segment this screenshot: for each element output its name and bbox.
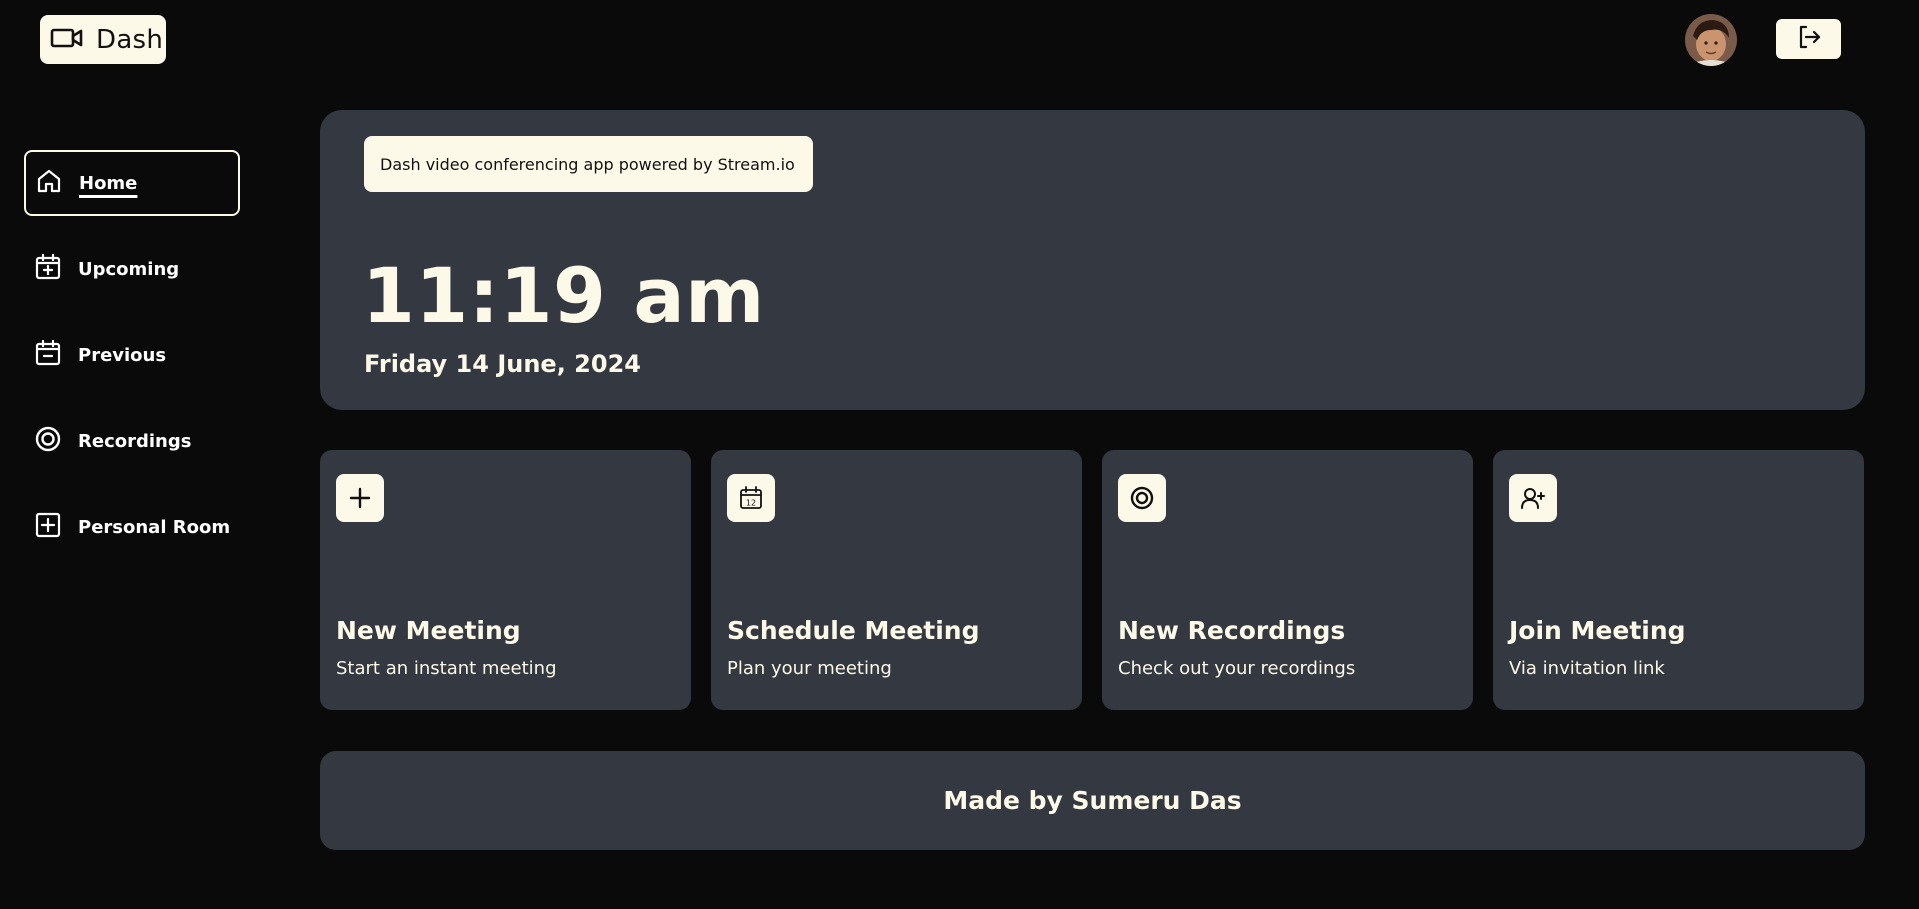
calendar-plus-icon <box>34 253 62 286</box>
card-subtitle: Plan your meeting <box>727 658 892 679</box>
sidebar-item-label: Upcoming <box>78 258 180 280</box>
sidebar-item-label: Previous <box>78 344 167 366</box>
avatar[interactable] <box>1685 14 1737 66</box>
brand-logo[interactable]: Dash <box>40 15 166 64</box>
calendar-icon: 12 <box>727 474 775 522</box>
sidebar-item-personal-room[interactable]: Personal Room <box>24 494 240 560</box>
new-recordings-card[interactable]: New Recordings Check out your recordings <box>1102 450 1473 710</box>
sidebar-item-label: Personal Room <box>78 516 231 538</box>
card-subtitle: Via invitation link <box>1509 658 1665 679</box>
logout-icon <box>1794 22 1824 56</box>
card-title: New Meeting <box>336 616 521 645</box>
sidebar-item-label: Home <box>79 172 138 194</box>
plus-icon <box>336 474 384 522</box>
sidebar-item-recordings[interactable]: Recordings <box>24 408 240 474</box>
current-time: 11:19 am <box>362 251 765 340</box>
sidebar-item-label: Recordings <box>78 430 192 452</box>
card-title: Schedule Meeting <box>727 616 980 645</box>
new-meeting-card[interactable]: New Meeting Start an instant meeting <box>320 450 691 710</box>
card-subtitle: Start an instant meeting <box>336 658 557 679</box>
hero-panel: Dash video conferencing app powered by S… <box>320 110 1865 410</box>
brand-name: Dash <box>96 24 164 55</box>
home-icon <box>35 167 63 200</box>
svg-text:12: 12 <box>746 499 756 508</box>
card-subtitle: Check out your recordings <box>1118 658 1356 679</box>
card-title: New Recordings <box>1118 616 1346 645</box>
schedule-meeting-card[interactable]: 12 Schedule Meeting Plan your meeting <box>711 450 1082 710</box>
user-plus-icon <box>1509 474 1557 522</box>
sidebar-item-upcoming[interactable]: Upcoming <box>24 236 240 302</box>
logout-button[interactable] <box>1776 19 1841 59</box>
join-meeting-card[interactable]: Join Meeting Via invitation link <box>1493 450 1864 710</box>
current-date: Friday 14 June, 2024 <box>364 350 641 378</box>
footer-credit-text: Made by Sumeru Das <box>943 786 1242 815</box>
card-title: Join Meeting <box>1509 616 1686 645</box>
calendar-minus-icon <box>34 339 62 372</box>
hero-tagline: Dash video conferencing app powered by S… <box>364 136 813 192</box>
sidebar-item-home[interactable]: Home <box>24 150 240 216</box>
footer-credit: Made by Sumeru Das <box>320 751 1865 850</box>
record-icon <box>34 425 62 458</box>
plus-square-icon <box>34 511 62 544</box>
sidebar-item-previous[interactable]: Previous <box>24 322 240 388</box>
record-icon <box>1118 474 1166 522</box>
video-camera-icon <box>50 25 84 55</box>
